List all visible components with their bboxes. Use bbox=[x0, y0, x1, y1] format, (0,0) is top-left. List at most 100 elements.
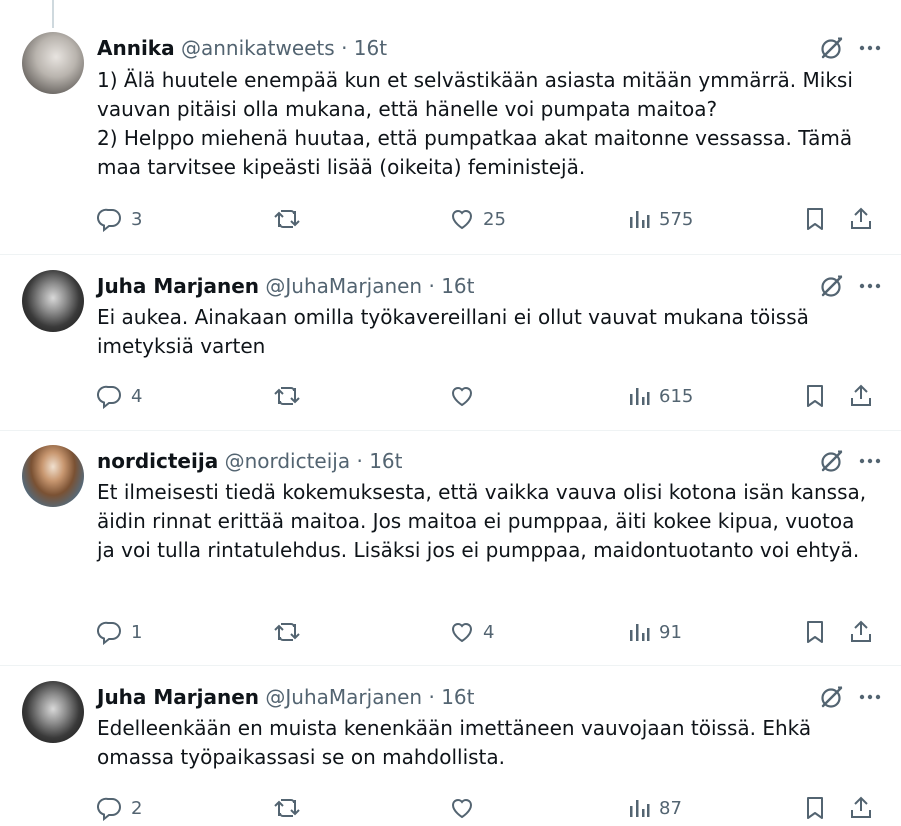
more-icon[interactable] bbox=[859, 45, 881, 51]
tweet-text-line: 2) Helppo miehenä huutaa, että pumpatkaa… bbox=[97, 126, 853, 179]
share-icon bbox=[848, 383, 874, 409]
like-button[interactable] bbox=[449, 381, 483, 411]
share-button[interactable] bbox=[848, 381, 874, 411]
tweet-header: nordicteija @nordicteija · 16t bbox=[97, 448, 881, 474]
separator-dot: · bbox=[428, 685, 435, 709]
tweet-text: Ei aukea. Ainakaan omilla työkavereillan… bbox=[97, 303, 871, 361]
action-bar: 2 87 bbox=[97, 793, 877, 823]
author-handle[interactable]: @annikatweets bbox=[181, 36, 335, 60]
reply-button[interactable]: 2 bbox=[97, 793, 142, 823]
avatar[interactable] bbox=[22, 681, 84, 743]
like-count: 25 bbox=[483, 208, 506, 230]
timestamp[interactable]: 16t bbox=[441, 685, 474, 709]
retweet-icon bbox=[273, 795, 301, 821]
author-name[interactable]: nordicteija bbox=[97, 449, 218, 473]
share-button[interactable] bbox=[848, 793, 874, 823]
views-count: 91 bbox=[659, 621, 682, 643]
tweet[interactable]: Annika @annikatweets · 16t 1) Älä huutel… bbox=[0, 0, 901, 255]
author-handle[interactable]: @JuhaMarjanen bbox=[265, 274, 422, 298]
views-count: 575 bbox=[659, 208, 694, 230]
more-icon[interactable] bbox=[859, 458, 881, 464]
share-button[interactable] bbox=[848, 204, 874, 234]
like-button[interactable]: 4 bbox=[449, 617, 494, 647]
share-icon bbox=[848, 795, 874, 821]
like-icon bbox=[449, 206, 475, 232]
author-name[interactable]: Juha Marjanen bbox=[97, 685, 259, 709]
reply-icon bbox=[97, 383, 123, 409]
bookmark-button[interactable] bbox=[803, 793, 827, 823]
views-button[interactable]: 91 bbox=[627, 617, 682, 647]
action-bar: 1 4 91 bbox=[97, 617, 877, 647]
grok-icon[interactable] bbox=[819, 684, 845, 710]
bookmark-button[interactable] bbox=[803, 381, 827, 411]
retweet-icon bbox=[273, 619, 301, 645]
reply-icon bbox=[97, 619, 123, 645]
timestamp[interactable]: 16t bbox=[369, 449, 402, 473]
share-icon bbox=[848, 619, 874, 645]
author-handle[interactable]: @nordicteija bbox=[225, 449, 351, 473]
retweet-button[interactable] bbox=[273, 617, 309, 647]
share-icon bbox=[848, 206, 874, 232]
avatar[interactable] bbox=[22, 32, 84, 94]
tweet-text-line: 1) Älä huutele enempää kun et selvästikä… bbox=[97, 68, 853, 121]
views-count: 615 bbox=[659, 385, 694, 407]
reply-count: 3 bbox=[131, 208, 143, 230]
tweet-text-line: Ei aukea. Ainakaan omilla työkavereillan… bbox=[97, 305, 809, 358]
timestamp[interactable]: 16t bbox=[441, 274, 474, 298]
like-icon bbox=[449, 795, 475, 821]
bookmark-icon bbox=[803, 206, 827, 232]
more-icon[interactable] bbox=[859, 694, 881, 700]
avatar[interactable] bbox=[22, 270, 84, 332]
action-bar: 3 25 575 bbox=[97, 204, 877, 234]
tweet[interactable]: Juha Marjanen @JuhaMarjanen · 16t Edelle… bbox=[0, 666, 901, 826]
views-icon bbox=[627, 383, 651, 409]
share-button[interactable] bbox=[848, 617, 874, 647]
views-button[interactable]: 615 bbox=[627, 381, 693, 411]
tweet-header: Juha Marjanen @JuhaMarjanen · 16t bbox=[97, 273, 881, 299]
bookmark-button[interactable] bbox=[803, 617, 827, 647]
reply-button[interactable]: 1 bbox=[97, 617, 142, 647]
tweet-text: Et ilmeisesti tiedä kokemuksesta, että v… bbox=[97, 478, 871, 565]
retweet-button[interactable] bbox=[273, 204, 309, 234]
views-button[interactable]: 575 bbox=[627, 204, 693, 234]
tweet-text-line: Edelleenkään en muista kenenkään imettän… bbox=[97, 716, 812, 769]
tweet[interactable]: Juha Marjanen @JuhaMarjanen · 16t Ei auk… bbox=[0, 255, 901, 431]
like-button[interactable]: 25 bbox=[449, 204, 506, 234]
tweet-text: Edelleenkään en muista kenenkään imettän… bbox=[97, 714, 871, 772]
reply-count: 4 bbox=[131, 385, 143, 407]
tweet-text: 1) Älä huutele enempää kun et selvästikä… bbox=[97, 66, 871, 182]
bookmark-button[interactable] bbox=[803, 204, 827, 234]
like-count: 4 bbox=[483, 621, 495, 643]
views-icon bbox=[627, 795, 651, 821]
reply-icon bbox=[97, 795, 123, 821]
tweet[interactable]: nordicteija @nordicteija · 16t Et ilmeis… bbox=[0, 431, 901, 666]
author-name[interactable]: Juha Marjanen bbox=[97, 274, 259, 298]
bookmark-icon bbox=[803, 795, 827, 821]
tweet-header: Annika @annikatweets · 16t bbox=[97, 35, 881, 61]
like-button[interactable] bbox=[449, 793, 483, 823]
reply-button[interactable]: 3 bbox=[97, 204, 142, 234]
views-icon bbox=[627, 619, 651, 645]
tweet-header: Juha Marjanen @JuhaMarjanen · 16t bbox=[97, 684, 881, 710]
grok-icon[interactable] bbox=[819, 35, 845, 61]
author-name[interactable]: Annika bbox=[97, 36, 175, 60]
tweet-text-line: Et ilmeisesti tiedä kokemuksesta, että v… bbox=[97, 480, 867, 562]
separator-dot: · bbox=[356, 449, 363, 473]
reply-count: 1 bbox=[131, 621, 143, 643]
more-icon[interactable] bbox=[859, 283, 881, 289]
reply-button[interactable]: 4 bbox=[97, 381, 142, 411]
avatar[interactable] bbox=[22, 445, 84, 507]
retweet-button[interactable] bbox=[273, 793, 309, 823]
bookmark-icon bbox=[803, 619, 827, 645]
retweet-icon bbox=[273, 383, 301, 409]
author-handle[interactable]: @JuhaMarjanen bbox=[265, 685, 422, 709]
views-button[interactable]: 87 bbox=[627, 793, 682, 823]
separator-dot: · bbox=[428, 274, 435, 298]
reply-count: 2 bbox=[131, 797, 143, 819]
retweet-button[interactable] bbox=[273, 381, 309, 411]
timestamp[interactable]: 16t bbox=[354, 36, 387, 60]
reply-icon bbox=[97, 206, 123, 232]
bookmark-icon bbox=[803, 383, 827, 409]
grok-icon[interactable] bbox=[819, 273, 845, 299]
grok-icon[interactable] bbox=[819, 448, 845, 474]
